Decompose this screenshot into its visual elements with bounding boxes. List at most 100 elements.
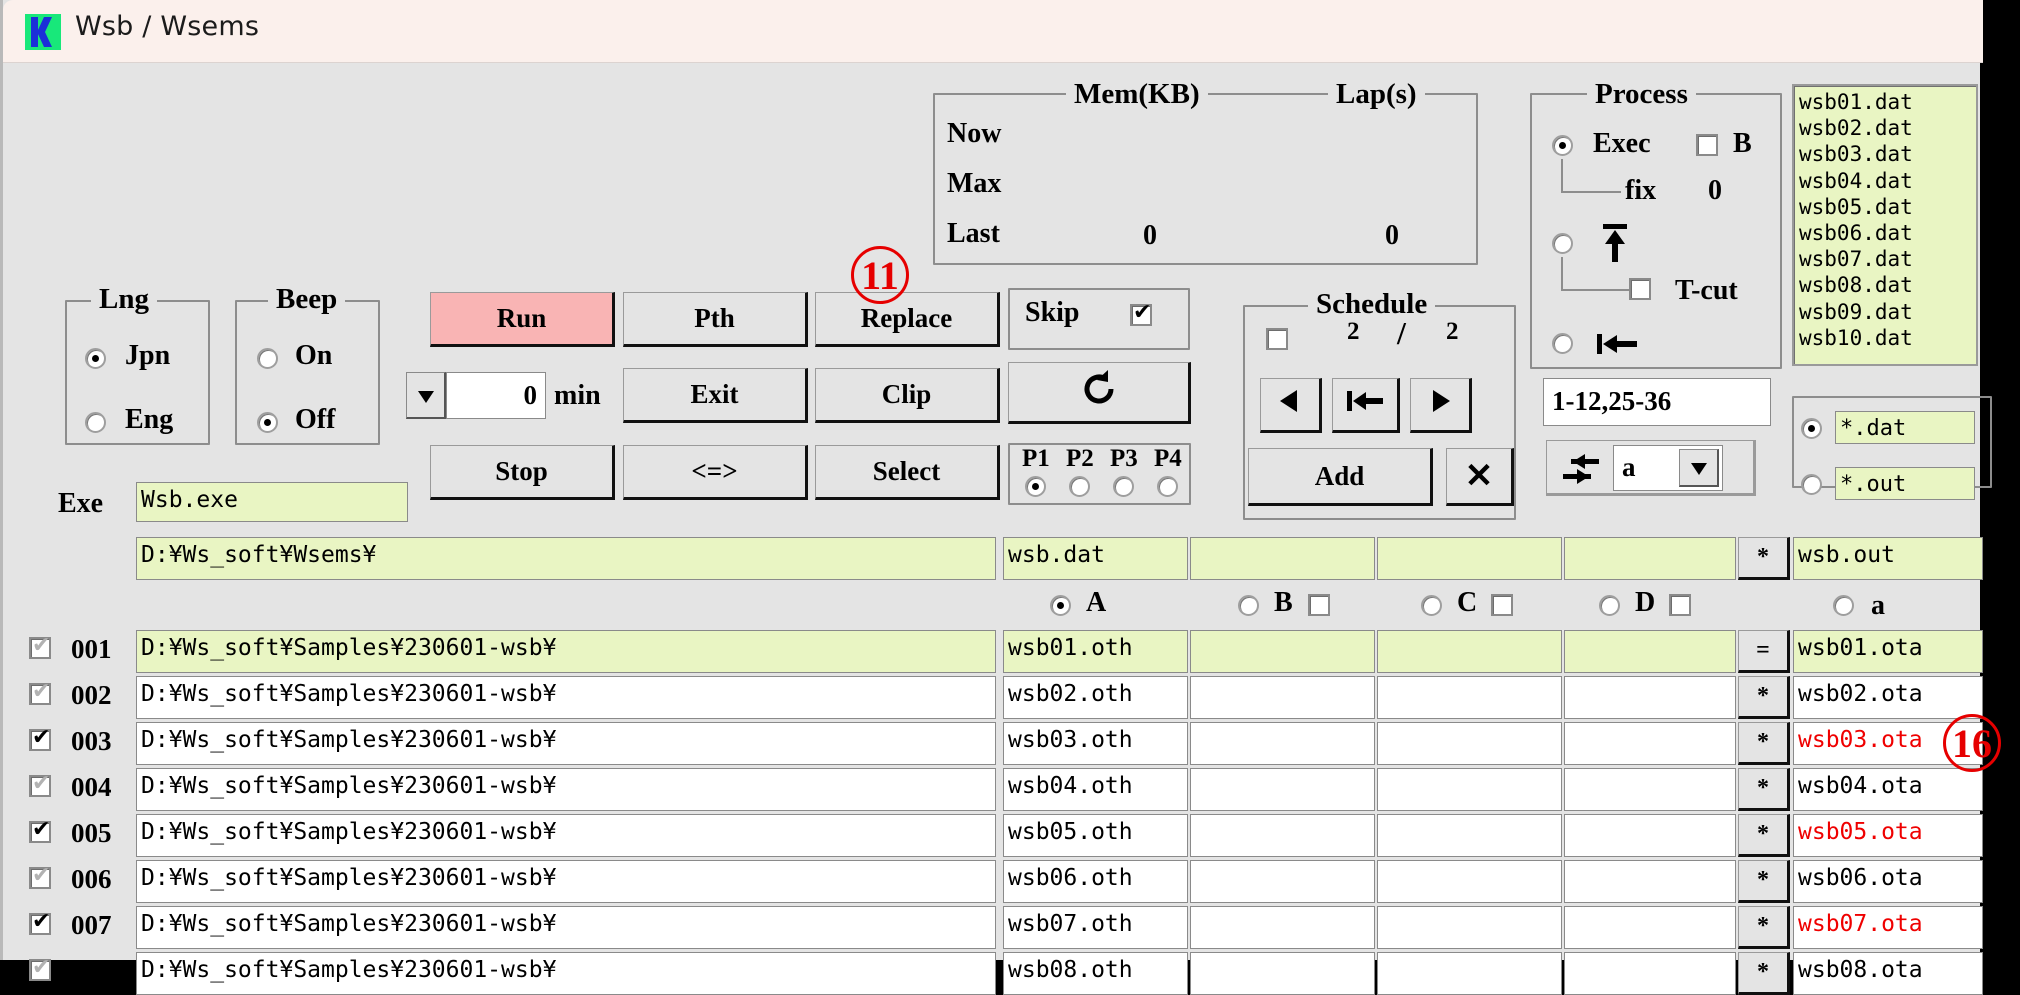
row-col2-input[interactable]	[1190, 768, 1375, 811]
process-range-input[interactable]: 1-12,25-36	[1543, 378, 1771, 426]
row-col2-input[interactable]	[1190, 630, 1375, 673]
exit-button[interactable]: Exit	[623, 368, 808, 423]
process-mode-top-radio[interactable]	[1552, 233, 1573, 254]
row-enable-checkbox[interactable]	[29, 633, 51, 659]
row-col2-input[interactable]	[1190, 860, 1375, 903]
stop-button[interactable]: Stop	[430, 445, 615, 500]
filter-dat-radio[interactable]	[1801, 418, 1822, 439]
beep-on-radio[interactable]	[257, 348, 278, 369]
row-col1-input[interactable]: wsb06.oth	[1003, 860, 1188, 903]
row-col4-input[interactable]	[1564, 768, 1736, 811]
row-col2-input[interactable]	[1190, 814, 1375, 857]
row-col3-input[interactable]	[1377, 906, 1562, 949]
row-enable-checkbox[interactable]	[29, 863, 51, 889]
list-item[interactable]: wsb04.dat	[1799, 168, 1971, 194]
filter-out-radio[interactable]	[1801, 474, 1822, 495]
list-item[interactable]: wsb05.dat	[1799, 194, 1971, 220]
row-col1-input[interactable]: wsb07.oth	[1003, 906, 1188, 949]
row-out-input[interactable]: wsb01.ota	[1793, 630, 1983, 673]
row-col1-input[interactable]: wsb08.oth	[1003, 952, 1188, 995]
header-out-input[interactable]: wsb.out	[1793, 537, 1983, 580]
list-item[interactable]: wsb08.dat	[1799, 272, 1971, 298]
list-item[interactable]: wsb01.dat	[1799, 89, 1971, 115]
list-item[interactable]: wsb06.dat	[1799, 220, 1971, 246]
header-col1-input[interactable]: wsb.dat	[1003, 537, 1188, 580]
schedule-next-button[interactable]	[1410, 378, 1472, 433]
pset-radio-p3[interactable]	[1113, 476, 1134, 497]
row-enable-checkbox[interactable]	[29, 771, 51, 797]
list-item[interactable]: wsb07.dat	[1799, 246, 1971, 272]
schedule-delete-button[interactable]: ✕	[1446, 448, 1514, 506]
column-d-radio[interactable]	[1599, 595, 1620, 616]
row-enable-checkbox[interactable]	[29, 955, 51, 981]
row-enable-checkbox[interactable]	[29, 909, 51, 935]
row-col2-input[interactable]	[1190, 952, 1375, 995]
row-path-input[interactable]: D:¥Ws_soft¥Samples¥230601-wsb¥	[136, 906, 996, 949]
swap-arrows-icon[interactable]	[1559, 452, 1603, 491]
row-col4-input[interactable]	[1564, 906, 1736, 949]
row-out-input[interactable]: wsb08.ota	[1793, 952, 1983, 995]
row-enable-checkbox[interactable]	[29, 725, 51, 751]
filter-dat-field[interactable]: *.dat	[1835, 411, 1975, 444]
row-op-button[interactable]: *	[1738, 906, 1790, 949]
row-out-input[interactable]: wsb06.ota	[1793, 860, 1983, 903]
list-item[interactable]: wsb03.dat	[1799, 141, 1971, 167]
header-col4-input[interactable]	[1564, 537, 1736, 580]
row-col4-input[interactable]	[1564, 722, 1736, 765]
skip-checkbox[interactable]	[1130, 300, 1152, 326]
header-col3-input[interactable]	[1377, 537, 1562, 580]
pset-radio-p1[interactable]	[1025, 476, 1046, 497]
row-col3-input[interactable]	[1377, 860, 1562, 903]
row-col1-input[interactable]: wsb03.oth	[1003, 722, 1188, 765]
pset-radio-p4[interactable]	[1157, 476, 1178, 497]
list-item[interactable]: wsb09.dat	[1799, 299, 1971, 325]
schedule-add-button[interactable]: Add	[1248, 448, 1433, 506]
file-listbox[interactable]: wsb01.dat wsb02.dat wsb03.dat wsb04.dat …	[1792, 84, 1978, 366]
row-col3-input[interactable]	[1377, 722, 1562, 765]
schedule-prev-button[interactable]	[1260, 378, 1322, 433]
row-col2-input[interactable]	[1190, 676, 1375, 719]
row-col4-input[interactable]	[1564, 630, 1736, 673]
row-out-input[interactable]: wsb04.ota	[1793, 768, 1983, 811]
select-button[interactable]: Select	[815, 445, 1000, 500]
row-col2-input[interactable]	[1190, 906, 1375, 949]
pth-button[interactable]: Pth	[623, 292, 808, 347]
list-item[interactable]: wsb02.dat	[1799, 115, 1971, 141]
process-mode-start-radio[interactable]	[1552, 333, 1573, 354]
process-tcut-checkbox[interactable]	[1629, 278, 1651, 300]
timer-dropdown-icon[interactable]	[406, 372, 446, 419]
row-col1-input[interactable]: wsb04.oth	[1003, 768, 1188, 811]
run-button[interactable]: Run	[430, 292, 615, 347]
process-mode-exec-radio[interactable]	[1552, 135, 1573, 156]
column-c-checkbox[interactable]	[1491, 594, 1513, 616]
row-path-input[interactable]: D:¥Ws_soft¥Samples¥230601-wsb¥	[136, 952, 996, 995]
lng-eng-radio[interactable]	[85, 412, 106, 433]
row-col3-input[interactable]	[1377, 630, 1562, 673]
header-star-button[interactable]: *	[1738, 537, 1790, 580]
swap-button[interactable]: <=>	[623, 445, 808, 500]
row-path-input[interactable]: D:¥Ws_soft¥Samples¥230601-wsb¥	[136, 676, 996, 719]
row-col4-input[interactable]	[1564, 814, 1736, 857]
row-path-input[interactable]: D:¥Ws_soft¥Samples¥230601-wsb¥	[136, 814, 996, 857]
row-path-input[interactable]: D:¥Ws_soft¥Samples¥230601-wsb¥	[136, 768, 996, 811]
timer-value-input[interactable]: 0	[446, 372, 546, 419]
pset-radio-p2[interactable]	[1069, 476, 1090, 497]
row-col4-input[interactable]	[1564, 676, 1736, 719]
column-a-radio[interactable]	[1050, 595, 1071, 616]
row-path-input[interactable]: D:¥Ws_soft¥Samples¥230601-wsb¥	[136, 630, 996, 673]
row-op-button[interactable]: *	[1738, 676, 1790, 719]
header-path-input[interactable]: D:¥Ws_soft¥Wsems¥	[136, 537, 996, 580]
chevron-down-icon[interactable]	[1679, 449, 1719, 487]
column-a-lower-radio[interactable]	[1833, 595, 1854, 616]
row-enable-checkbox[interactable]	[29, 679, 51, 705]
row-col1-input[interactable]: wsb01.oth	[1003, 630, 1188, 673]
row-out-input[interactable]: wsb02.ota	[1793, 676, 1983, 719]
row-col4-input[interactable]	[1564, 952, 1736, 995]
column-c-radio[interactable]	[1421, 595, 1442, 616]
row-op-button[interactable]: *	[1738, 768, 1790, 811]
row-op-button[interactable]: *	[1738, 722, 1790, 765]
replace-button[interactable]: Replace	[815, 292, 1000, 347]
row-col3-input[interactable]	[1377, 952, 1562, 995]
row-col4-input[interactable]	[1564, 860, 1736, 903]
column-b-radio[interactable]	[1238, 595, 1259, 616]
